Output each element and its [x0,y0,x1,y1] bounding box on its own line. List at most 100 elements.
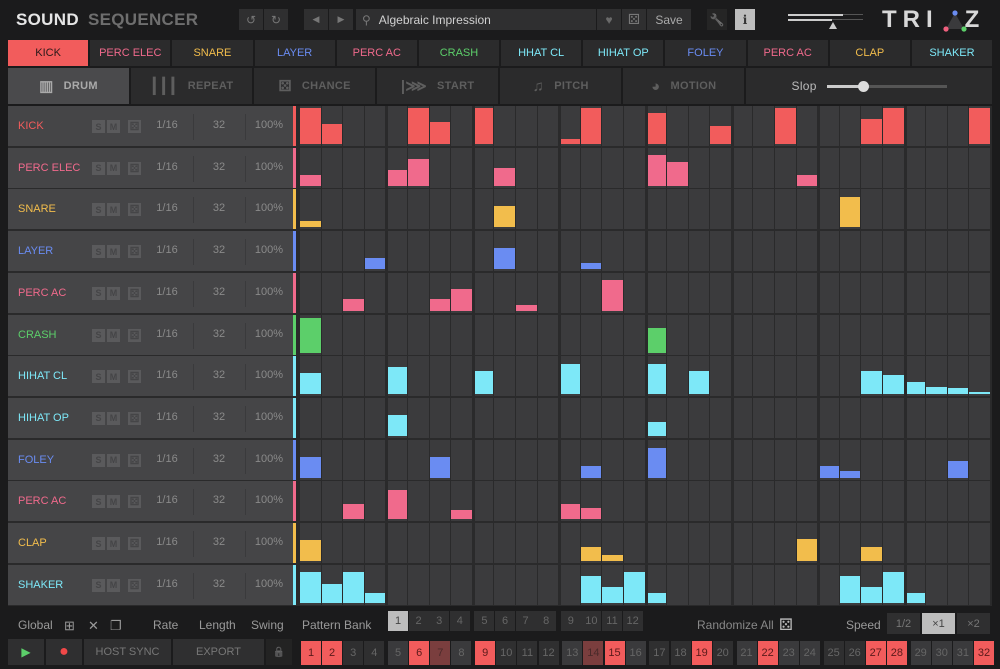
randomize-track-icon[interactable]: ⚄ [128,411,141,425]
step-cell[interactable] [906,189,926,230]
step-cell[interactable] [561,314,580,355]
step-cell[interactable] [796,481,818,522]
step-cell[interactable] [580,397,602,438]
track-swing[interactable]: 100% [254,494,284,506]
step-cell[interactable] [474,481,494,522]
step-cell[interactable] [388,106,407,146]
step-cell[interactable] [300,439,321,480]
pattern-step-30[interactable]: 30 [931,641,952,665]
step-velocity-bar[interactable] [388,415,407,436]
step-cell[interactable] [451,397,472,438]
step-cell[interactable] [561,272,580,313]
step-cell[interactable] [796,356,818,397]
step-cell[interactable] [494,147,515,188]
step-cell[interactable] [820,439,839,480]
step-cell[interactable] [906,439,926,480]
step-cell[interactable] [388,397,407,438]
step-cell[interactable] [407,356,429,397]
mute-button[interactable]: M [107,328,120,342]
pattern-bank-11[interactable]: 11 [602,611,622,631]
step-velocity-bar[interactable] [710,126,731,144]
step-cell[interactable] [561,231,580,272]
step-cell[interactable] [820,106,839,146]
step-cell[interactable] [429,231,451,272]
step-cell[interactable] [647,147,667,188]
pattern-step-17[interactable]: 17 [649,641,670,665]
step-cell[interactable] [733,272,753,313]
pattern-bank-2[interactable]: 2 [408,611,429,631]
solo-button[interactable]: S [92,120,105,133]
step-cell[interactable] [667,523,688,563]
mode-tab-start[interactable]: |⋙ START [377,68,499,104]
step-velocity-bar[interactable] [647,364,667,395]
mode-tab-chance[interactable]: ⚄ CHANCE [254,68,376,104]
pattern-step-27[interactable]: 27 [865,641,886,665]
mode-tab-drum[interactable]: ▥ DRUM [8,68,130,104]
step-velocity-bar[interactable] [561,504,580,520]
step-cell[interactable] [820,314,839,355]
track-rate[interactable]: 1/16 [154,369,180,381]
step-cell[interactable] [364,231,386,272]
step-velocity-bar[interactable] [515,304,537,311]
solo-button[interactable]: S [92,411,105,425]
track-name[interactable]: CLAP [18,537,47,549]
step-cell[interactable] [883,397,904,438]
step-cell[interactable] [388,147,407,188]
step-velocity-bar[interactable] [429,298,451,311]
mute-button[interactable]: M [107,161,120,175]
step-cell[interactable] [753,231,775,272]
step-cell[interactable] [820,481,839,522]
step-cell[interactable] [494,106,515,146]
step-cell[interactable] [494,523,515,563]
step-cell[interactable] [451,356,472,397]
step-cell[interactable] [561,189,580,230]
random-preset-button[interactable]: ⚄ [622,9,646,30]
step-velocity-bar[interactable] [474,108,494,144]
mute-button[interactable]: M [107,578,120,592]
step-cell[interactable] [429,314,451,355]
step-cell[interactable] [343,356,364,397]
pattern-step-4[interactable]: 4 [364,641,385,665]
step-cell[interactable] [839,481,861,522]
step-cell[interactable] [602,272,623,313]
step-cell[interactable] [407,231,429,272]
step-cell[interactable] [775,231,796,272]
step-cell[interactable] [388,439,407,480]
step-velocity-bar[interactable] [775,108,796,144]
step-cell[interactable] [861,397,883,438]
step-cell[interactable] [647,356,667,397]
step-cell[interactable] [733,481,753,522]
step-cell[interactable] [561,106,580,146]
track-rate[interactable]: 1/16 [154,286,180,298]
solo-button[interactable]: S [92,328,105,342]
step-cell[interactable] [906,147,926,188]
step-cell[interactable] [839,189,861,230]
step-cell[interactable] [947,439,969,480]
step-cell[interactable] [688,147,710,188]
step-cell[interactable] [688,397,710,438]
step-velocity-bar[interactable] [861,370,883,395]
step-cell[interactable] [796,397,818,438]
step-cell[interactable] [753,481,775,522]
step-cell[interactable] [906,481,926,522]
track-rate[interactable]: 1/16 [154,161,180,173]
step-velocity-bar[interactable] [561,138,580,144]
track-length[interactable]: 32 [208,453,230,465]
track-length[interactable]: 32 [208,578,230,590]
copy-icon[interactable]: ❐ [110,618,122,634]
step-cell[interactable] [861,272,883,313]
pattern-step-31[interactable]: 31 [952,641,973,665]
step-velocity-bar[interactable] [667,162,688,186]
step-cell[interactable] [451,106,472,146]
step-cell[interactable] [861,314,883,355]
step-cell[interactable] [926,439,947,480]
pattern-step-1[interactable]: 1 [301,641,321,665]
step-velocity-bar[interactable] [969,392,990,395]
track-length[interactable]: 32 [208,328,230,340]
step-cell[interactable] [580,272,602,313]
step-velocity-bar[interactable] [300,572,321,603]
step-cell[interactable] [710,564,731,605]
track-rate[interactable]: 1/16 [154,119,180,131]
step-velocity-bar[interactable] [300,456,321,478]
track-swing[interactable]: 100% [254,161,284,173]
